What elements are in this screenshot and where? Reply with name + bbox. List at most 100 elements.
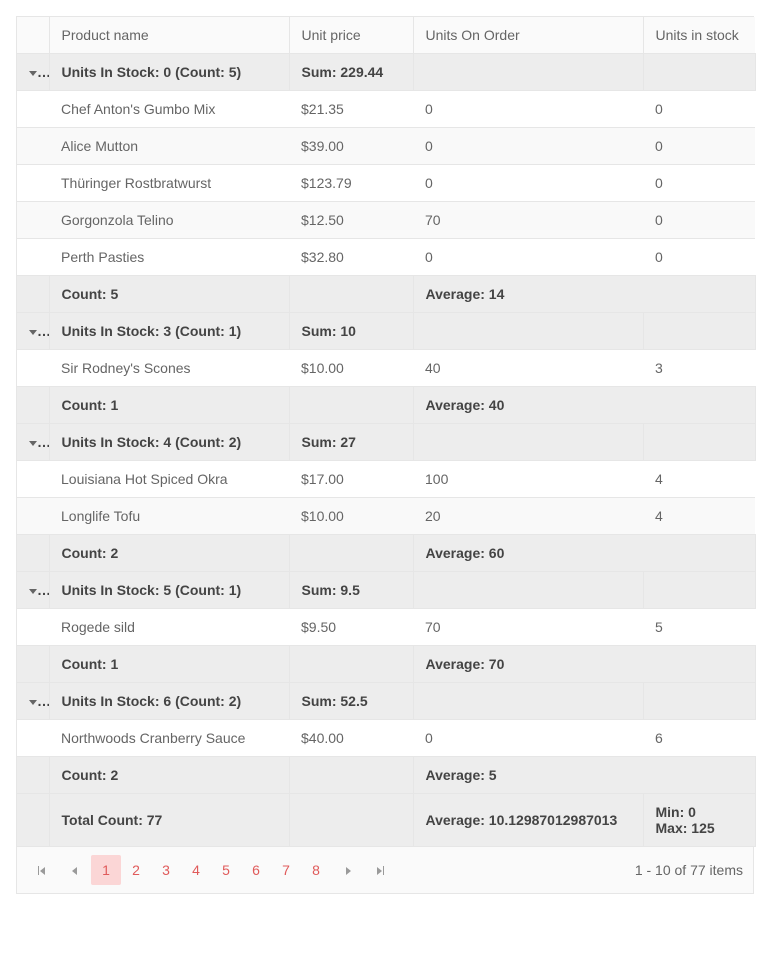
group-toggle[interactable]: [17, 683, 49, 720]
cell-units-in-stock: 4: [643, 498, 755, 535]
pager-nav: 12345678: [27, 855, 395, 885]
cell-unit-price: $32.80: [289, 239, 413, 276]
table-row[interactable]: Sir Rodney's Scones$10.00403: [17, 350, 755, 387]
table-row[interactable]: Chef Anton's Gumbo Mix$21.3500: [17, 91, 755, 128]
group-average: Average: 60: [413, 535, 755, 572]
group-title: Units In Stock: 5 (Count: 1): [49, 572, 289, 609]
pager-last-button[interactable]: [365, 855, 395, 885]
cell-units-on-order: 70: [413, 202, 643, 239]
caret-down-icon: [29, 330, 37, 335]
group-header[interactable]: Units In Stock: 3 (Count: 1)Sum: 10: [17, 313, 755, 350]
group-toggle[interactable]: [17, 424, 49, 461]
pager-page-2[interactable]: 2: [121, 855, 151, 885]
group-toggle[interactable]: [17, 572, 49, 609]
pager-first-button[interactable]: [27, 855, 57, 885]
header-units-on-order[interactable]: Units On Order: [413, 17, 643, 54]
group-header[interactable]: Units In Stock: 5 (Count: 1)Sum: 9.5: [17, 572, 755, 609]
cell-unit-price: $10.00: [289, 350, 413, 387]
pager-page-1[interactable]: 1: [91, 855, 121, 885]
group-average: Average: 40: [413, 387, 755, 424]
cell-units-on-order: 0: [413, 720, 643, 757]
cell-product-name: Sir Rodney's Scones: [49, 350, 289, 387]
header-expand: [17, 17, 49, 54]
grid-table: Product name Unit price Units On Order U…: [17, 17, 756, 847]
table-row[interactable]: Alice Mutton$39.0000: [17, 128, 755, 165]
group-average: Average: 5: [413, 757, 755, 794]
chevron-left-icon: [72, 862, 77, 878]
cell-units-in-stock: 0: [643, 165, 755, 202]
grand-total-row: Total Count: 77 Average: 10.1298701298701…: [17, 794, 755, 847]
group-average: Average: 70: [413, 646, 755, 683]
pager: 12345678 1 - 10 of 77 items: [17, 847, 753, 893]
cell-unit-price: $21.35: [289, 91, 413, 128]
group-header[interactable]: Units In Stock: 0 (Count: 5)Sum: 229.44: [17, 54, 755, 91]
cell-units-in-stock: 0: [643, 128, 755, 165]
group-count: Count: 2: [49, 535, 289, 572]
caret-down-icon: [29, 441, 37, 446]
cell-product-name: Perth Pasties: [49, 239, 289, 276]
cell-units-in-stock: 0: [643, 239, 755, 276]
group-sum: Sum: 9.5: [289, 572, 413, 609]
cell-units-on-order: 0: [413, 239, 643, 276]
pager-page-7[interactable]: 7: [271, 855, 301, 885]
table-row[interactable]: Perth Pasties$32.8000: [17, 239, 755, 276]
pager-page-6[interactable]: 6: [241, 855, 271, 885]
cell-unit-price: $12.50: [289, 202, 413, 239]
group-toggle[interactable]: [17, 313, 49, 350]
cell-unit-price: $10.00: [289, 498, 413, 535]
cell-units-on-order: 40: [413, 350, 643, 387]
cell-units-in-stock: 3: [643, 350, 755, 387]
table-row[interactable]: Gorgonzola Telino$12.50700: [17, 202, 755, 239]
group-title: Units In Stock: 4 (Count: 2): [49, 424, 289, 461]
total-average: Average: 10.12987012987013: [413, 794, 643, 847]
group-footer: Count: 5Average: 14: [17, 276, 755, 313]
group-count: Count: 1: [49, 646, 289, 683]
group-sum: Sum: 10: [289, 313, 413, 350]
cell-unit-price: $9.50: [289, 609, 413, 646]
group-header[interactable]: Units In Stock: 6 (Count: 2)Sum: 52.5: [17, 683, 755, 720]
group-sum: Sum: 229.44: [289, 54, 413, 91]
pager-page-3[interactable]: 3: [151, 855, 181, 885]
cell-units-in-stock: 0: [643, 91, 755, 128]
data-grid: Product name Unit price Units On Order U…: [16, 16, 754, 894]
pager-info: 1 - 10 of 77 items: [635, 862, 743, 878]
group-toggle[interactable]: [17, 54, 49, 91]
group-header[interactable]: Units In Stock: 4 (Count: 2)Sum: 27: [17, 424, 755, 461]
cell-product-name: Rogede sild: [49, 609, 289, 646]
pager-page-5[interactable]: 5: [211, 855, 241, 885]
group-count: Count: 5: [49, 276, 289, 313]
table-row[interactable]: Northwoods Cranberry Sauce$40.0006: [17, 720, 755, 757]
pager-prev-button[interactable]: [59, 855, 89, 885]
seek-last-icon: [377, 862, 383, 878]
pager-page-4[interactable]: 4: [181, 855, 211, 885]
header-unit-price[interactable]: Unit price: [289, 17, 413, 54]
header-units-in-stock[interactable]: Units in stock: [643, 17, 755, 54]
group-title: Units In Stock: 3 (Count: 1): [49, 313, 289, 350]
caret-down-icon: [29, 589, 37, 594]
group-title: Units In Stock: 0 (Count: 5): [49, 54, 289, 91]
table-row[interactable]: Longlife Tofu$10.00204: [17, 498, 755, 535]
cell-units-in-stock: 5: [643, 609, 755, 646]
pager-next-button[interactable]: [333, 855, 363, 885]
total-count: Total Count: 77: [49, 794, 289, 847]
cell-product-name: Chef Anton's Gumbo Mix: [49, 91, 289, 128]
group-footer: Count: 1 Average: 70: [17, 646, 755, 683]
cell-unit-price: $17.00: [289, 461, 413, 498]
table-row[interactable]: Thüringer Rostbratwurst$123.7900: [17, 165, 755, 202]
group-count: Count: 2: [49, 757, 289, 794]
cell-product-name: Alice Mutton: [49, 128, 289, 165]
cell-units-on-order: 0: [413, 91, 643, 128]
group-title: Units In Stock: 6 (Count: 2): [49, 683, 289, 720]
table-row[interactable]: Louisiana Hot Spiced Okra$17.001004: [17, 461, 755, 498]
pager-page-8[interactable]: 8: [301, 855, 331, 885]
cell-unit-price: $123.79: [289, 165, 413, 202]
group-sum: Sum: 27: [289, 424, 413, 461]
cell-product-name: Northwoods Cranberry Sauce: [49, 720, 289, 757]
cell-product-name: Thüringer Rostbratwurst: [49, 165, 289, 202]
cell-units-on-order: 100: [413, 461, 643, 498]
header-product-name[interactable]: Product name: [49, 17, 289, 54]
cell-unit-price: $40.00: [289, 720, 413, 757]
caret-down-icon: [29, 700, 37, 705]
table-row[interactable]: Rogede sild$9.50705: [17, 609, 755, 646]
group-sum: Sum: 52.5: [289, 683, 413, 720]
